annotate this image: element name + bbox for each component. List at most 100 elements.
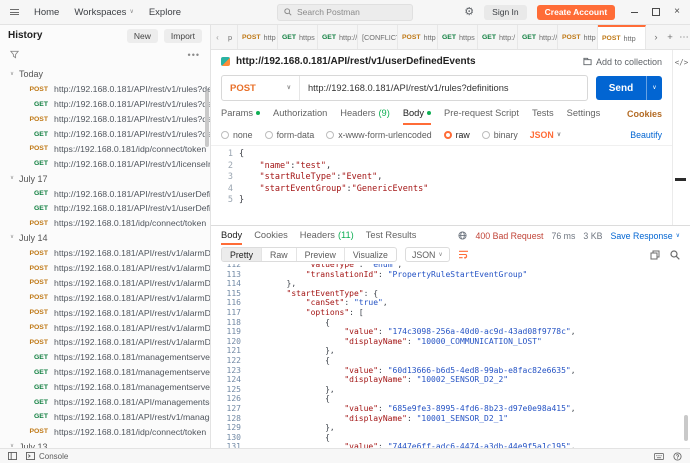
open-request-tab[interactable]: POSThttp [558, 25, 598, 49]
shortcuts-icon[interactable] [654, 453, 664, 460]
body-mode-raw[interactable]: raw [444, 130, 470, 140]
response-body-viewer[interactable]: 1121131141151161171181191201211221231241… [211, 264, 690, 449]
response-scrollbar[interactable] [684, 415, 688, 441]
view-tab-preview[interactable]: Preview [296, 248, 344, 261]
new-button[interactable]: New [127, 29, 158, 43]
open-request-tab[interactable]: [CONFLICT [358, 25, 398, 49]
send-options-chevron-icon[interactable]: ∨ [646, 76, 662, 100]
history-item[interactable]: POSThttps://192.168.0.181/API/rest/v1/al… [0, 290, 210, 305]
code-snippet-icon[interactable]: </> [673, 58, 690, 67]
window-minimize-button[interactable] [631, 12, 638, 13]
nav-explore[interactable]: Explore [149, 7, 181, 18]
body-mode-binary[interactable]: binary [482, 130, 518, 140]
request-body-editor[interactable]: 12345 { "name":"test", "startRuleType":"… [211, 145, 672, 225]
method-select[interactable]: POST ∨ [222, 76, 300, 100]
history-item[interactable]: GEThttp://192.168.0.181/API/rest/v1/user… [0, 186, 210, 201]
history-item[interactable]: POSThttps://192.168.0.181/API/rest/v1/al… [0, 261, 210, 276]
history-item[interactable]: POSThttps://192.168.0.181/API/rest/v1/al… [0, 320, 210, 335]
tab-pre-request-script[interactable]: Pre-request Script [444, 103, 519, 125]
tabs-scroll-left-icon[interactable]: ‹ [211, 25, 224, 49]
import-button[interactable]: Import [164, 29, 202, 43]
view-tab-pretty[interactable]: Pretty [222, 248, 261, 261]
tabs-scroll-right-icon[interactable]: › [649, 32, 663, 43]
more-options-icon[interactable]: ••• [188, 50, 200, 60]
history-item[interactable]: GEThttp://192.168.0.181/API/rest/v1/user… [0, 201, 210, 216]
nav-workspaces[interactable]: Workspaces∨ [74, 7, 134, 18]
history-item[interactable]: GEThttps://192.168.0.181/managementserve… [0, 380, 210, 395]
menu-icon[interactable] [10, 8, 19, 17]
history-item[interactable]: GEThttps://192.168.0.181/managementserve… [0, 350, 210, 365]
history-item[interactable]: GEThttps://192.168.0.181/API/rest/v1/man… [0, 409, 210, 424]
body-language-select[interactable]: JSON ∨ [530, 130, 561, 140]
body-mode-list: none form-data x-www-form-urlencoded raw bin… [221, 130, 518, 140]
open-request-tab[interactable]: p [224, 25, 238, 49]
response-tab-body[interactable]: Body [221, 226, 242, 245]
copy-icon[interactable] [650, 250, 660, 260]
wrap-text-icon[interactable] [458, 250, 469, 259]
history-item[interactable]: POSThttp://192.168.0.181/API/rest/v1/rul… [0, 82, 210, 97]
open-request-tab[interactable]: POSThttp [238, 25, 278, 49]
response-tab-test-results[interactable]: Test Results [366, 226, 417, 245]
tab-headers[interactable]: Headers(9) [340, 103, 390, 125]
response-tab-headers[interactable]: Headers(11) [300, 226, 354, 245]
cookies-link[interactable]: Cookies [627, 109, 662, 119]
body-mode-x-www-form-urlencoded[interactable]: x-www-form-urlencoded [326, 130, 431, 140]
mode-label: x-www-form-urlencoded [338, 130, 431, 140]
save-response-button[interactable]: Save Response ∨ [610, 231, 680, 241]
tab-params[interactable]: Params [221, 103, 260, 125]
history-item[interactable]: GEThttp://192.168.0.181/API/rest/v1/rule… [0, 127, 210, 142]
open-request-tab[interactable]: POSThttp [398, 25, 438, 49]
beautify-link[interactable]: Beautify [630, 130, 662, 140]
search-in-response-icon[interactable] [670, 250, 680, 260]
history-group-header[interactable]: ∨July 14 [0, 231, 210, 246]
line-number: 116 [211, 298, 241, 308]
add-to-collection-button[interactable]: Add to collection [583, 57, 662, 67]
open-request-tab[interactable]: GEThttps [438, 25, 478, 49]
console-button[interactable]: Console [26, 452, 68, 461]
open-request-tab[interactable]: GEThttps [278, 25, 318, 49]
view-tab-visualize[interactable]: Visualize [344, 248, 396, 261]
tab-authorization[interactable]: Authorization [273, 103, 327, 125]
help-icon[interactable] [673, 452, 682, 461]
send-button[interactable]: Send ∨ [596, 76, 662, 100]
response-tab-cookies[interactable]: Cookies [254, 226, 288, 245]
settings-gear-icon[interactable]: ⚙ [464, 7, 474, 18]
history-item[interactable]: POSThttps://192.168.0.181/API/rest/v1/al… [0, 246, 210, 261]
body-mode-form-data[interactable]: form-data [265, 130, 315, 140]
sign-in-button[interactable]: Sign In [484, 5, 526, 20]
body-mode-none[interactable]: none [221, 130, 253, 140]
open-request-tab[interactable]: GEThttp:// [518, 25, 558, 49]
sidebar-scrollbar[interactable] [205, 91, 209, 147]
create-account-button[interactable]: Create Account [537, 5, 616, 20]
nav-home[interactable]: Home [34, 7, 59, 18]
open-request-tab[interactable]: POSThttp [598, 25, 646, 49]
sidebar-toggle-icon[interactable] [8, 452, 17, 460]
tab-tests[interactable]: Tests [532, 103, 554, 125]
window-close-button[interactable]: × [674, 7, 680, 17]
history-group-header[interactable]: ∨Today [0, 67, 210, 82]
history-item[interactable]: GEThttp://192.168.0.181/API/rest/v1/rule… [0, 97, 210, 112]
history-item[interactable]: GEThttps://192.168.0.181/API/managements… [0, 395, 210, 410]
history-item[interactable]: POSThttps://192.168.0.181/idp/connect/to… [0, 141, 210, 156]
history-item[interactable]: POSThttps://192.168.0.181/API/rest/v1/al… [0, 275, 210, 290]
url-input[interactable] [300, 76, 587, 100]
history-item[interactable]: GEThttps://192.168.0.181/managementserve… [0, 365, 210, 380]
filter-funnel-icon[interactable] [10, 50, 19, 59]
tab-options-icon[interactable]: ⋯ [677, 32, 690, 43]
view-tab-raw[interactable]: Raw [261, 248, 296, 261]
response-language-select[interactable]: JSON ∨ [405, 247, 450, 262]
history-item[interactable]: POSThttps://192.168.0.181/API/rest/v1/al… [0, 335, 210, 350]
open-request-tab[interactable]: GEThttp:/ [478, 25, 518, 49]
history-item[interactable]: GEThttp://192.168.0.181/API/rest/v1/lice… [0, 156, 210, 171]
new-tab-icon[interactable]: + [663, 32, 677, 43]
global-search[interactable]: Search Postman [277, 4, 413, 21]
tab-settings[interactable]: Settings [567, 103, 601, 125]
tab-body[interactable]: Body [403, 103, 431, 125]
history-item[interactable]: POSThttps://192.168.0.181/idp/connect/to… [0, 424, 210, 439]
history-item[interactable]: POSThttps://192.168.0.181/idp/connect/to… [0, 216, 210, 231]
history-item[interactable]: POSThttps://192.168.0.181/API/rest/v1/al… [0, 305, 210, 320]
history-group-header[interactable]: ∨July 17 [0, 171, 210, 186]
history-item[interactable]: POSThttp://192.168.0.181/API/rest/v1/rul… [0, 112, 210, 127]
open-request-tab[interactable]: GEThttp:// [318, 25, 358, 49]
window-maximize-button[interactable] [652, 8, 660, 16]
